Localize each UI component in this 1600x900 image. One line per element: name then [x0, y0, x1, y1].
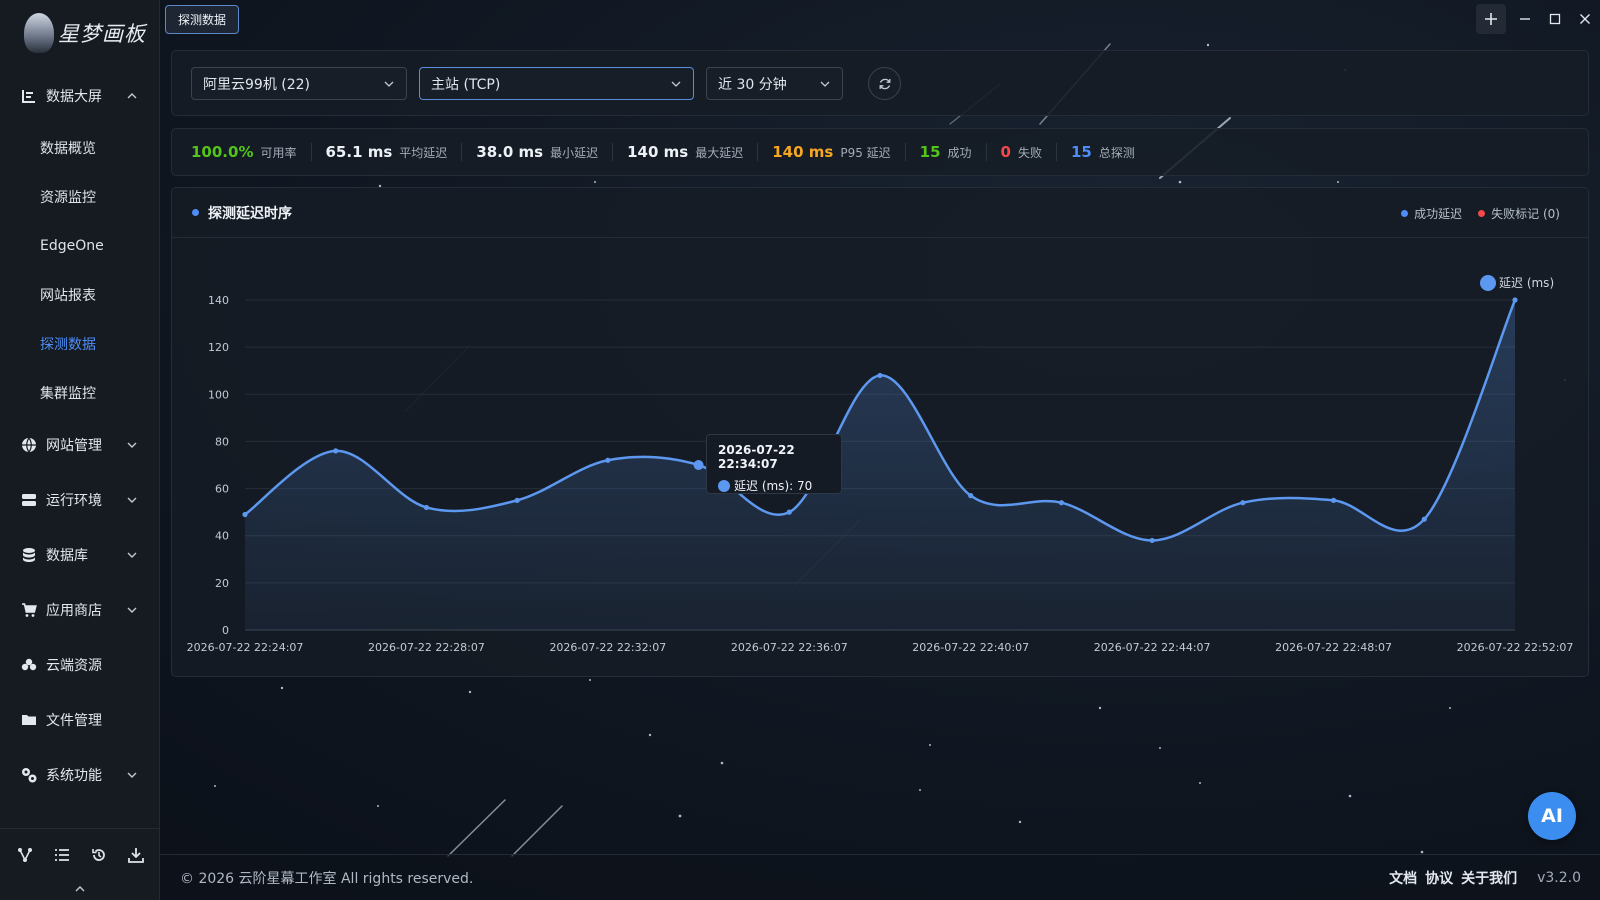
data-point [514, 497, 520, 503]
y-tick-label: 120 [208, 341, 229, 354]
tooltip-row: 延迟 (ms): 70 [718, 477, 830, 494]
data-point [242, 511, 248, 518]
data-point [968, 493, 974, 499]
x-tick-label: 2026-07-22 22:40:07 [912, 641, 1029, 654]
x-tick-label: 2026-07-22 22:32:07 [549, 641, 666, 654]
chart-tooltip: 2026-07-22 22:34:07 延迟 (ms): 70 [706, 434, 842, 494]
data-point [605, 457, 611, 463]
y-tick-label: 0 [222, 624, 229, 637]
y-tick-label: 80 [215, 435, 229, 448]
x-tick-label: 2026-07-22 22:48:07 [1275, 641, 1392, 654]
data-point [1240, 500, 1246, 506]
data-point [423, 504, 430, 511]
tooltip-title: 2026-07-22 22:34:07 [718, 443, 795, 471]
data-point [1330, 497, 1337, 503]
x-tick-label: 2026-07-22 22:36:07 [731, 641, 848, 654]
tooltip-series-dot [718, 479, 730, 492]
series-area [245, 300, 1515, 630]
data-point [877, 372, 883, 379]
x-tick-label: 2026-07-22 22:24:07 [187, 641, 304, 654]
data-point [333, 448, 339, 454]
x-tick-label: 2026-07-22 22:28:07 [368, 641, 485, 654]
y-tick-label: 60 [215, 483, 229, 496]
series-legend-label: 延迟 (ms) [1499, 276, 1554, 290]
data-point [786, 509, 792, 515]
data-point [1149, 537, 1155, 544]
x-tick-label: 2026-07-22 22:52:07 [1457, 641, 1574, 654]
data-point [693, 460, 704, 470]
y-tick-label: 20 [215, 577, 229, 590]
y-tick-label: 100 [208, 388, 229, 401]
x-tick-label: 2026-07-22 22:44:07 [1094, 641, 1211, 654]
data-point [1421, 516, 1427, 522]
series-legend-dot [1480, 275, 1496, 291]
data-point [1512, 297, 1518, 303]
data-point [1058, 500, 1065, 506]
y-tick-label: 140 [208, 294, 229, 307]
ai-assistant-button[interactable]: AI [1528, 792, 1576, 840]
y-tick-label: 40 [215, 530, 229, 543]
tooltip-value: 延迟 (ms): 70 [734, 479, 813, 493]
